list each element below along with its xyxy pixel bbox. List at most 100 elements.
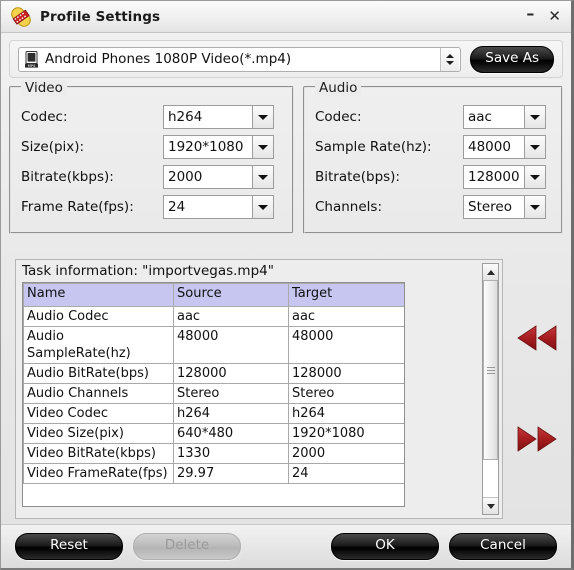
- window-title: Profile Settings: [40, 8, 161, 25]
- table-row[interactable]: Video BitRate(kbps) 1330 2000: [23, 443, 404, 464]
- table-row[interactable]: Audio BitRate(bps) 128000 128000: [23, 363, 404, 384]
- audio-channels-value: Stereo: [463, 195, 524, 219]
- profile-spinner-icon[interactable]: [440, 47, 460, 71]
- audio-channels-row: Channels: Stereo: [315, 192, 551, 222]
- cell-source: aac: [173, 306, 289, 327]
- video-codec-row: Codec: h264: [21, 102, 282, 132]
- audio-codec-combobox[interactable]: aac: [463, 105, 546, 129]
- task-table-vertical-scrollbar[interactable]: [482, 263, 499, 515]
- audio-bitrate-label: Bitrate(bps):: [315, 169, 400, 185]
- ok-button[interactable]: OK: [331, 533, 439, 560]
- chevron-down-icon: [530, 144, 540, 150]
- close-button[interactable]: ✕: [548, 9, 561, 24]
- cell-source: h264: [173, 403, 289, 424]
- audio-bitrate-dropdown-arrow[interactable]: [524, 165, 546, 189]
- minimize-button[interactable]: –: [526, 5, 534, 22]
- video-framerate-dropdown-arrow[interactable]: [252, 195, 274, 219]
- cell-target: Stereo: [288, 383, 404, 404]
- video-size-value: 1920*1080: [163, 135, 252, 159]
- profile-settings-icon: [10, 6, 32, 28]
- cell-source: Stereo: [173, 383, 289, 404]
- chevron-down-icon: [258, 114, 268, 120]
- profile-combobox[interactable]: MP4 Android Phones 1080P Video(*.mp4): [18, 46, 462, 72]
- cell-name: Audio Codec: [23, 306, 174, 327]
- audio-bitrate-value: 128000: [463, 165, 524, 189]
- cell-name: Audio Channels: [23, 383, 174, 404]
- cell-source: 128000: [173, 363, 289, 384]
- task-information-table-viewport: Name Source Target Audio Codec aac aac A…: [22, 282, 405, 507]
- chevron-down-icon: [258, 174, 268, 180]
- chevron-down-icon: [530, 114, 540, 120]
- audio-bitrate-row: Bitrate(bps): 128000: [315, 162, 551, 192]
- dialog-footer: Reset Delete OK Cancel: [1, 524, 571, 568]
- scrollbar-thumb-grip[interactable]: [483, 280, 498, 460]
- scrollbar-track[interactable]: [483, 280, 498, 498]
- title-bar: Profile Settings – ✕: [1, 1, 571, 33]
- audio-settings-group: Audio Codec: aac Sample Rate(hz): 48000 …: [303, 80, 563, 234]
- cell-name: Video Codec: [23, 403, 174, 424]
- audio-samplerate-value: 48000: [463, 135, 524, 159]
- video-codec-label: Codec:: [21, 109, 68, 125]
- audio-codec-row: Codec: aac: [315, 102, 551, 132]
- chevron-up-icon: [446, 53, 455, 58]
- profile-selected-value: Android Phones 1080P Video(*.mp4): [45, 51, 292, 67]
- video-codec-combobox[interactable]: h264: [163, 105, 274, 129]
- table-row[interactable]: Audio SampleRate(hz) 48000 48000: [23, 326, 404, 364]
- table-row[interactable]: Audio Codec aac aac: [23, 306, 404, 327]
- table-row[interactable]: Video FrameRate(fps) 29.97 24: [23, 463, 404, 484]
- cell-name: Video Size(pix): [23, 423, 174, 444]
- save-as-button[interactable]: Save As: [470, 45, 554, 73]
- footer-left-buttons: Reset Delete: [15, 533, 241, 560]
- video-size-row: Size(pix): 1920*1080: [21, 132, 282, 162]
- audio-samplerate-combobox[interactable]: 48000: [463, 135, 546, 159]
- video-size-dropdown-arrow[interactable]: [252, 135, 274, 159]
- audio-channels-combobox[interactable]: Stereo: [463, 195, 546, 219]
- video-size-label: Size(pix):: [21, 139, 85, 155]
- scroll-down-arrow-icon[interactable]: [483, 497, 498, 514]
- cell-target: 128000: [288, 363, 404, 384]
- video-size-combobox[interactable]: 1920*1080: [163, 135, 274, 159]
- table-row[interactable]: Video Codec h264 h264: [23, 403, 404, 424]
- cell-target: aac: [288, 306, 404, 327]
- video-framerate-row: Frame Rate(fps): 24: [21, 192, 282, 222]
- audio-samplerate-row: Sample Rate(hz): 48000: [315, 132, 551, 162]
- video-group-title: Video: [21, 80, 67, 96]
- audio-samplerate-dropdown-arrow[interactable]: [524, 135, 546, 159]
- cell-target: 24: [288, 463, 404, 484]
- cell-name: Audio BitRate(bps): [23, 363, 174, 384]
- window-controls: – ✕: [526, 1, 561, 32]
- delete-button: Delete: [133, 533, 241, 560]
- video-settings-group: Video Codec: h264 Size(pix): 1920*1080 B…: [9, 80, 294, 234]
- cell-target: 1920*1080: [288, 423, 404, 444]
- footer-right-buttons: OK Cancel: [331, 533, 557, 560]
- audio-channels-dropdown-arrow[interactable]: [524, 195, 546, 219]
- video-codec-value: h264: [163, 105, 252, 129]
- mp4-device-icon: MP4: [24, 50, 39, 68]
- video-bitrate-label: Bitrate(kbps):: [21, 169, 114, 185]
- cell-name: Audio SampleRate(hz): [23, 326, 174, 364]
- profile-selector-panel: MP4 Android Phones 1080P Video(*.mp4) Sa…: [9, 40, 563, 78]
- audio-codec-dropdown-arrow[interactable]: [524, 105, 546, 129]
- chevron-down-icon: [258, 204, 268, 210]
- forward-double-arrow-icon: [517, 426, 557, 452]
- scroll-up-arrow-icon[interactable]: [483, 264, 498, 281]
- video-codec-dropdown-arrow[interactable]: [252, 105, 274, 129]
- svg-text:MP4: MP4: [28, 63, 36, 67]
- task-information-table: Name Source Target Audio Codec aac aac A…: [23, 283, 404, 484]
- previous-task-button[interactable]: [514, 323, 560, 353]
- video-bitrate-combobox[interactable]: 2000: [163, 165, 274, 189]
- cancel-button[interactable]: Cancel: [449, 533, 557, 560]
- audio-bitrate-combobox[interactable]: 128000: [463, 165, 546, 189]
- video-framerate-combobox[interactable]: 24: [163, 195, 274, 219]
- audio-channels-label: Channels:: [315, 199, 383, 215]
- reset-button[interactable]: Reset: [15, 533, 123, 560]
- table-row[interactable]: Video Size(pix) 640*480 1920*1080: [23, 423, 404, 444]
- video-bitrate-dropdown-arrow[interactable]: [252, 165, 274, 189]
- task-information-caption: Task information: "importvegas.mp4": [22, 263, 274, 279]
- next-task-button[interactable]: [514, 424, 560, 454]
- table-row[interactable]: Audio Channels Stereo Stereo: [23, 383, 404, 404]
- rewind-double-arrow-icon: [517, 325, 557, 351]
- cell-target: 2000: [288, 443, 404, 464]
- video-framerate-label: Frame Rate(fps):: [21, 199, 134, 215]
- task-information-panel: Task information: "importvegas.mp4" Name…: [15, 259, 503, 519]
